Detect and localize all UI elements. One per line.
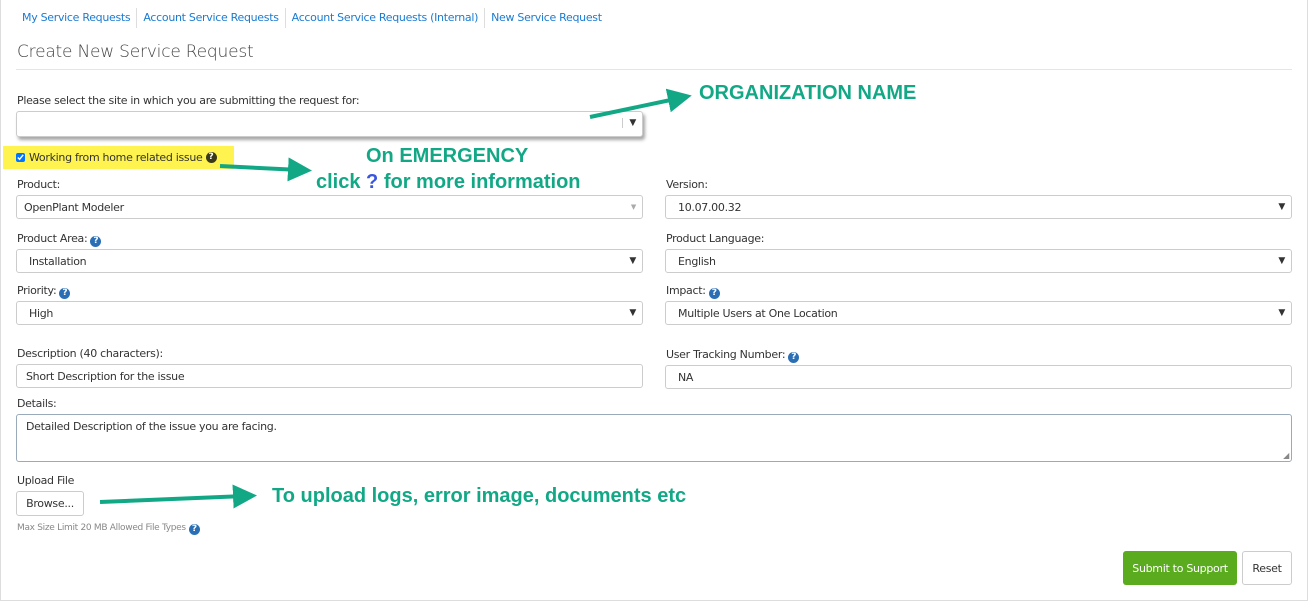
annotation-emergency-2: click ? for more information [316, 171, 581, 193]
arrow-org [589, 88, 692, 119]
annotation-arrows [99, 88, 692, 509]
arrow-upload [99, 484, 257, 509]
arrow-emergency [219, 157, 312, 182]
annotation-emergency-1: On EMERGENCY [366, 145, 529, 167]
annotation-org: ORGANIZATION NAME [699, 82, 917, 104]
annotation-upload: To upload logs, error image, documents e… [272, 485, 687, 507]
